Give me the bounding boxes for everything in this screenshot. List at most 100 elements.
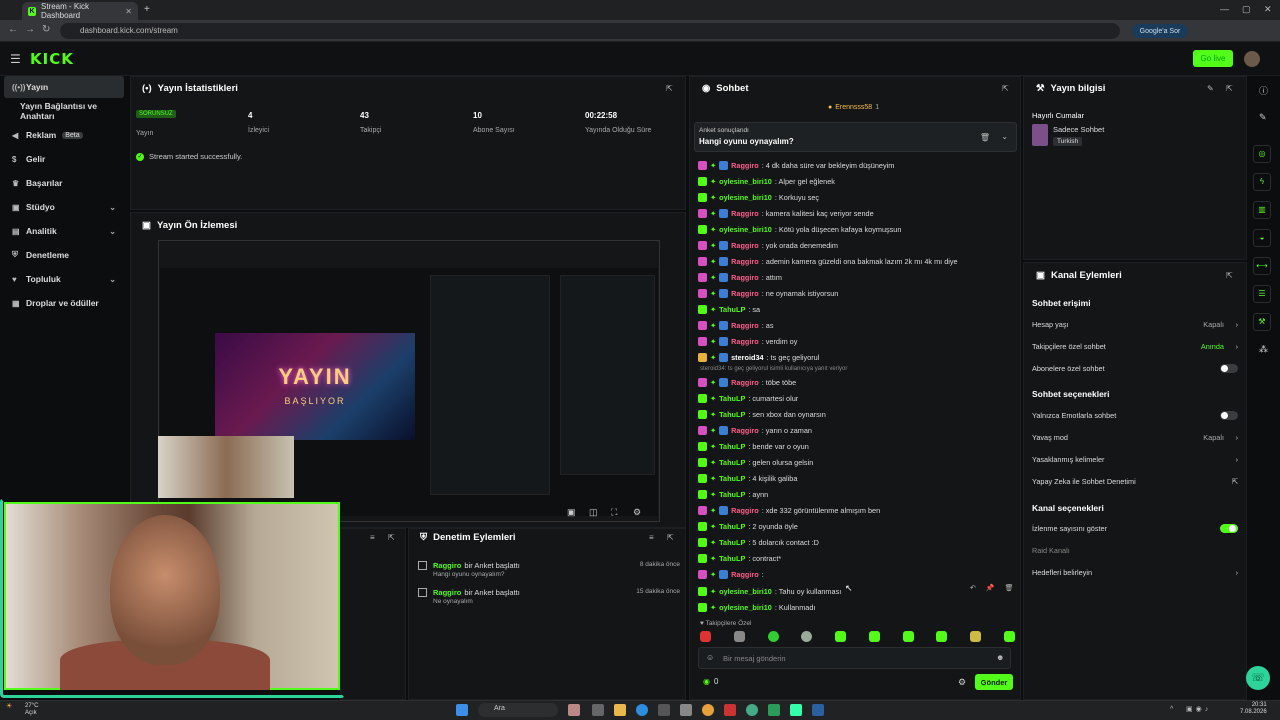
sidebar-item-stream-key[interactable]: Yayın Bağlantısı ve Anahtarı — [4, 100, 124, 122]
sidebar-item-basarilar[interactable]: ♛ Başarılar — [4, 172, 124, 194]
app-icon[interactable] — [658, 704, 670, 716]
chat-message[interactable]: ✦ Raggiro: 4 dk daha süre var bekleyim dü… — [698, 158, 894, 172]
popout-icon[interactable]: ⇱ — [1226, 271, 1233, 280]
popout-icon[interactable]: ⇱ — [1002, 84, 1009, 93]
emote-icon[interactable] — [902, 631, 914, 642]
chat-username[interactable]: Raggiro — [731, 209, 759, 218]
maximize-icon[interactable]: ▢ — [1242, 4, 1251, 15]
info-icon[interactable]: ⓘ — [1259, 84, 1268, 97]
edit-icon[interactable]: ✎ — [1207, 84, 1214, 93]
chat-bubble-icon[interactable]: ◒ — [1253, 229, 1271, 247]
taskbar-clock[interactable]: 20:31 7.08.2026 — [1240, 702, 1267, 716]
chat-message[interactable]: ✦ TahuLP: aynn — [698, 487, 768, 501]
banned-words-row[interactable]: Yasaklanmış kelimeler › — [1032, 455, 1238, 467]
poll-banner[interactable]: Anket sonuçlandı Hangi oyunu oynayalım? … — [694, 122, 1017, 152]
app-icon[interactable] — [746, 704, 758, 716]
layout-icon[interactable]: ☰ — [1253, 285, 1271, 303]
tray-icons[interactable]: ▣◉♪ — [1186, 705, 1211, 713]
goals-row[interactable]: Hedefleri belirleyin › — [1032, 568, 1238, 580]
go-live-button[interactable]: Go live — [1193, 50, 1233, 67]
chat-message[interactable]: ✦ TahuLP: gelen olursa gelsin — [698, 455, 813, 469]
chat-username[interactable]: steroid34 — [731, 353, 763, 362]
new-tab-icon[interactable]: + — [144, 4, 150, 15]
hamburger-menu-icon[interactable]: ☰ — [10, 52, 21, 66]
google-ask-button[interactable]: Google'a Sor — [1132, 24, 1188, 38]
popout-icon[interactable]: ⇱ — [388, 533, 395, 542]
chat-username[interactable]: oylesine_biri10 — [719, 587, 772, 596]
chat-username[interactable]: Raggiro — [731, 570, 759, 579]
settings-icon[interactable]: ⚙ — [633, 507, 641, 518]
chat-message[interactable]: ✦ TahuLP: sen xbox dan oynarsın — [698, 407, 826, 421]
sidebar-item-denetleme[interactable]: ⛨ Denetleme — [4, 244, 124, 266]
chat-username[interactable]: oylesine_biri10 — [719, 603, 772, 612]
chat-message[interactable]: ✦ Raggiro: ademin kamera güzeldi ona bakm… — [698, 254, 958, 268]
chat-username[interactable]: Raggiro — [731, 273, 759, 282]
chat-message[interactable]: ✦ TahuLP: 4 kişilik galiba — [698, 471, 797, 485]
chat-message[interactable]: ✦ Raggiro: töbe töbe — [698, 375, 796, 389]
taskbar-search[interactable]: Ara — [478, 703, 558, 717]
lightning-icon[interactable]: ϟ — [1253, 173, 1271, 191]
edit-icon[interactable]: ✎ — [1259, 112, 1267, 123]
emote-icon[interactable] — [767, 631, 779, 642]
emote-icon[interactable] — [801, 631, 813, 642]
tray-chevron-icon[interactable]: ^ — [1170, 706, 1173, 713]
pip-icon[interactable]: ◫ — [589, 507, 598, 518]
filter-icon[interactable]: ≡ — [370, 533, 375, 542]
emote-only-toggle[interactable] — [1220, 411, 1238, 420]
fullscreen-icon[interactable]: ⛶ — [611, 507, 617, 518]
chat-message[interactable]: ✦ Raggiro: attım — [698, 270, 782, 284]
steam-icon[interactable] — [812, 704, 824, 716]
sidebar-item-reklam[interactable]: ◀ Reklam Beta — [4, 124, 124, 146]
chat-message[interactable]: ✦ oylesine_biri10: Tahu oy kullanması — [698, 584, 841, 598]
chat-message[interactable]: ✦ TahuLP: cumartesi olur — [698, 391, 798, 405]
support-chat-icon[interactable]: ☏ — [1246, 666, 1270, 690]
app-icon[interactable] — [724, 704, 736, 716]
chat-username[interactable]: TahuLP — [719, 538, 745, 547]
settings-icon[interactable]: ⚙ — [958, 677, 966, 688]
chat-message[interactable]: ✦ TahuLP: sa — [698, 302, 760, 316]
chat-username[interactable]: Raggiro — [731, 426, 759, 435]
chat-username[interactable]: Raggiro — [731, 378, 759, 387]
followers-only-row[interactable]: Takipçilere özel sohbet Anında › — [1032, 342, 1238, 354]
avatar[interactable] — [1244, 51, 1260, 67]
chat-username[interactable]: Raggiro — [731, 241, 759, 250]
chat-username[interactable]: TahuLP — [719, 522, 745, 531]
close-window-icon[interactable]: ✕ — [1264, 4, 1272, 15]
mod-user[interactable]: Raggiro — [433, 588, 461, 597]
chat-message[interactable]: ✦ TahuLP: 2 oyunda öyle — [698, 519, 798, 533]
edge-icon[interactable] — [636, 704, 648, 716]
sidebar-item-gelir[interactable]: $ Gelir — [4, 148, 124, 170]
chat-message[interactable]: ✦ Raggiro: — [698, 567, 764, 581]
task-view-icon[interactable] — [592, 704, 604, 716]
chat-message[interactable]: ✦ Raggiro: ne oynamak istiyorsun — [698, 286, 838, 300]
app-icon[interactable] — [790, 704, 802, 716]
chat-username[interactable]: Raggiro — [731, 337, 759, 346]
chat-message[interactable]: ✦ Raggiro: xde 332 görüntülenme almışım b… — [698, 503, 880, 517]
chat-username[interactable]: oylesine_biri10 — [719, 193, 772, 202]
filter-icon[interactable]: ≡ — [649, 533, 654, 542]
chat-message[interactable]: ✦ Raggiro: verdim oy — [698, 334, 797, 348]
chat-username[interactable]: TahuLP — [719, 458, 745, 467]
chat-message-input[interactable]: Bir mesaj gönderin — [698, 647, 1011, 669]
emote-picker-icon[interactable]: ☻ — [996, 653, 1004, 662]
chat-username[interactable]: oylesine_biri10 — [719, 177, 772, 186]
account-age-row[interactable]: Hesap yaşı Kapalı › — [1032, 320, 1238, 332]
chat-message[interactable]: ✦ TahuLP: bende var o oyun — [698, 439, 809, 453]
trash-icon[interactable]: 🗑 — [980, 133, 990, 142]
emote-icon[interactable] — [970, 631, 982, 642]
chat-username[interactable]: Raggiro — [731, 506, 759, 515]
popout-icon[interactable]: ⇱ — [666, 84, 673, 93]
chrome-icon[interactable] — [702, 704, 714, 716]
chat-username[interactable]: Raggiro — [731, 289, 759, 298]
chat-message[interactable]: ✦ TahuLP: 5 dolarcık contact :D — [698, 535, 819, 549]
chat-message[interactable]: ✦ TahuLP: contract* — [698, 551, 781, 565]
chat-username[interactable]: TahuLP — [719, 394, 745, 403]
chat-message[interactable]: ✦ oylesine_biri10: Kötü yola düşecen kafa… — [698, 222, 901, 236]
minimize-icon[interactable]: — — [1220, 4, 1229, 14]
forward-icon[interactable]: → — [25, 24, 35, 35]
chat-username[interactable]: Raggiro — [731, 161, 759, 170]
chat-username[interactable]: Raggiro — [731, 321, 759, 330]
emoji-icon[interactable]: ☺ — [706, 653, 714, 662]
reply-icon[interactable]: ↶ — [970, 584, 976, 596]
subs-only-toggle[interactable] — [1220, 364, 1238, 373]
